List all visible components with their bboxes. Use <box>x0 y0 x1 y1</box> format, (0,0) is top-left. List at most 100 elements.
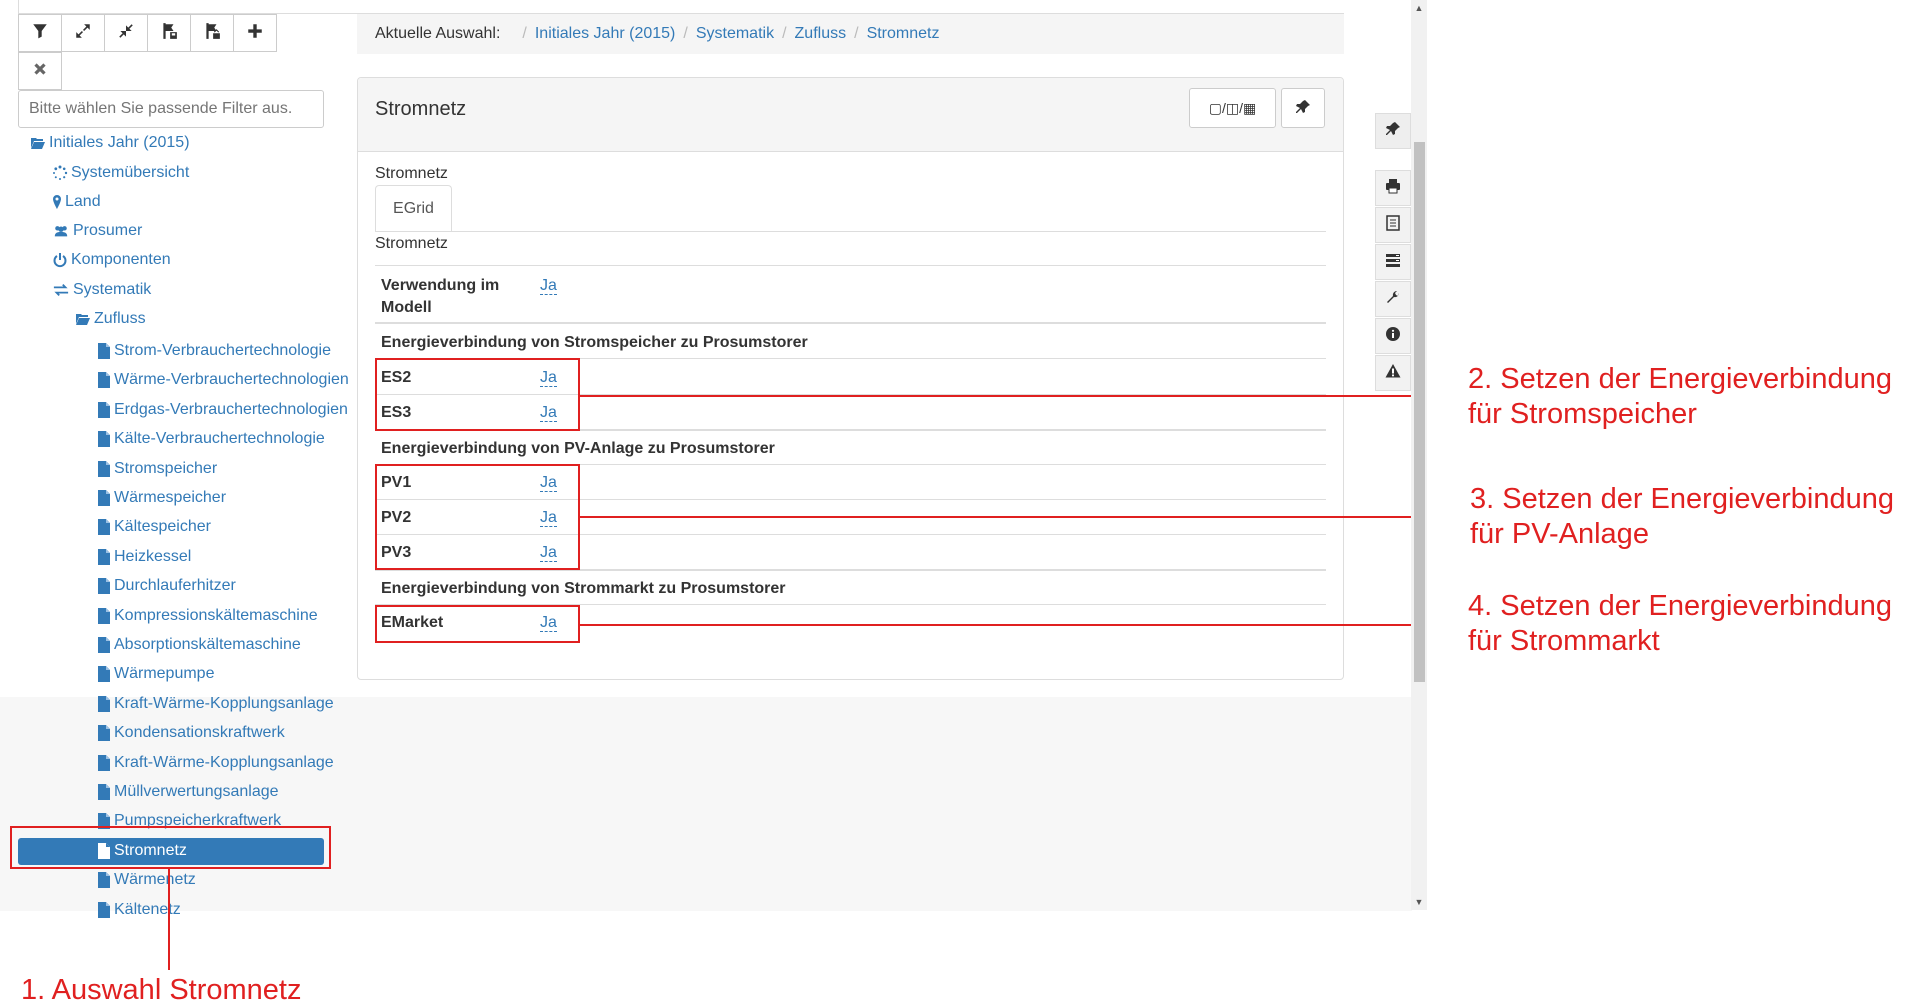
section-title: Stromnetz <box>375 235 448 252</box>
settings-button[interactable] <box>1375 281 1411 317</box>
breadcrumb-item-stromnetz[interactable]: Stromnetz <box>867 25 940 43</box>
usage-key-line2: Modell <box>381 299 432 316</box>
tree-item-label: Strom-Verbrauchertechnologie <box>114 342 332 359</box>
divider <box>375 322 1326 324</box>
tab-label: EGrid <box>393 199 434 217</box>
list-button[interactable] <box>1375 207 1411 243</box>
tree-item-label: Absorptionskältemaschine <box>114 636 301 653</box>
tree-item-zufluss[interactable]: Zufluss <box>75 306 146 332</box>
tree-item-child[interactable]: Wärmespeicher <box>97 485 226 511</box>
page-title: Stromnetz <box>375 98 467 120</box>
tree-item-label: Kraft-Wärme-Kopplungsanlage <box>114 694 334 712</box>
tree-item-child[interactable]: Absorptionskältemaschine <box>97 632 301 658</box>
tree-item-child[interactable]: Kälte-Verbrauchertechnologie <box>97 426 325 452</box>
file-icon <box>97 519 111 536</box>
save-tree-button[interactable] <box>147 14 191 52</box>
file-icon <box>97 784 111 800</box>
tree-item-child[interactable]: Durchlauferhitzer <box>97 573 236 599</box>
scrollbar-thumb[interactable] <box>1414 142 1425 682</box>
info-button[interactable] <box>1375 318 1411 354</box>
tree-item-label: Prosumer <box>73 222 143 239</box>
file-icon <box>97 401 111 418</box>
section-stromspeicher: Energieverbindung von Stromspeicher zu P… <box>381 334 808 351</box>
tab-egrid[interactable]: EGrid <box>375 185 452 232</box>
breadcrumb-item-systematik[interactable]: Systematik <box>696 25 774 43</box>
expand-icon <box>74 22 92 45</box>
tree-item-label: Systematik <box>73 281 152 298</box>
tree-item-child[interactable]: Kondensationskraftwerk <box>97 720 285 746</box>
tree-item-child[interactable]: Müllverwertungsanlage <box>97 779 279 805</box>
tree-item-child[interactable]: Kraft-Wärme-Kopplungsanlage <box>97 750 334 776</box>
tree-item-systemuebersicht[interactable]: Systemübersicht <box>52 160 189 186</box>
file-icon <box>97 872 111 889</box>
tree-item-child[interactable]: Strom-Verbrauchertechnologie <box>97 338 331 364</box>
tree-item-label: Müllverwertungsanlage <box>114 783 279 800</box>
tree-item-systematik[interactable]: Systematik <box>52 277 151 303</box>
pin-side-button[interactable] <box>1375 113 1411 149</box>
annotation-2: 2. Setzen der Energieverbindung für Strom… <box>1468 362 1892 432</box>
tree-root[interactable]: Initiales Jahr (2015) <box>30 130 190 156</box>
breadcrumb-separator: / <box>522 25 527 42</box>
add-button[interactable] <box>233 14 277 52</box>
file-icon <box>97 431 111 448</box>
breadcrumb-separator: / <box>782 25 787 42</box>
folder-open-icon <box>75 311 91 327</box>
map-marker-icon <box>52 194 62 210</box>
annotation-3: 3. Setzen der Energieverbindung für PV-An… <box>1470 482 1894 552</box>
pin-button[interactable] <box>1281 88 1325 128</box>
info-icon <box>1385 326 1401 347</box>
scroll-down-icon[interactable]: ▼ <box>1411 894 1427 910</box>
filter-button[interactable] <box>18 14 62 52</box>
annotation-3-line2: für PV-Anlage <box>1470 518 1649 550</box>
tree-item-label: Komponenten <box>71 251 171 268</box>
annotation-4: 4. Setzen der Energieverbindung für Strom… <box>1468 589 1892 659</box>
tree-item-child[interactable]: Kompressionskältemaschine <box>97 603 318 629</box>
tree-item-child[interactable]: Erdgas-Verbrauchertechnologien <box>97 397 348 423</box>
tree-item-child[interactable]: Heizkessel <box>97 544 191 570</box>
collapse-all-button[interactable] <box>104 14 148 52</box>
tree-item-child[interactable]: Wärmepumpe <box>97 661 214 687</box>
tree-item-label: Wärmepumpe <box>114 665 215 683</box>
print-button[interactable] <box>1375 170 1411 206</box>
tree-item-label: Heizkessel <box>114 547 192 565</box>
warning-button[interactable] <box>1375 355 1411 391</box>
tree-item-label: Stromspeicher <box>114 459 218 477</box>
tree-item-child[interactable]: Wärme-Verbrauchertechnologien <box>97 367 349 393</box>
layout-toggle-button[interactable]: ▢/◫/▦ <box>1189 88 1276 128</box>
tree-item-child[interactable]: Kraft-Wärme-Kopplungsanlage <box>97 691 334 717</box>
usage-key-line1: Verwendung im <box>381 277 500 294</box>
tree-item-child[interactable]: Kältespeicher <box>97 514 211 540</box>
tree-item-label: Systemübersicht <box>71 164 190 181</box>
tree-item-label: Kältespeicher <box>114 518 211 536</box>
scroll-up-icon[interactable]: ▲ <box>1411 0 1427 16</box>
tree-item-land[interactable]: Land <box>52 189 101 215</box>
breadcrumb-item-zufluss[interactable]: Zufluss <box>795 25 847 43</box>
tree-item-komponenten[interactable]: Komponenten <box>52 247 171 273</box>
annotation-box-stromnetz <box>10 826 331 869</box>
tree-item-child[interactable]: Wärmenetz <box>97 867 196 893</box>
save-tree-alt-button[interactable] <box>190 14 234 52</box>
tree-item-label: Kälte-Verbrauchertechnologie <box>114 430 325 448</box>
file-icon <box>97 578 111 595</box>
file-icon <box>97 490 111 506</box>
usage-value[interactable]: Ja <box>540 277 557 295</box>
usage-key: Verwendung im Modell <box>381 275 499 319</box>
annotation-2-line2: für Stromspeicher <box>1468 398 1697 430</box>
tree-item-label: Kältenetz <box>114 900 181 918</box>
expand-all-button[interactable] <box>61 14 105 52</box>
transfer-icon <box>52 282 70 298</box>
tree-item-label: Land <box>65 193 101 210</box>
section-strommarkt: Energieverbindung von Strommarkt zu Pros… <box>381 580 786 597</box>
clear-button[interactable] <box>18 52 62 90</box>
save-tree-alt-icon <box>203 22 221 45</box>
tree-item-child[interactable]: Stromspeicher <box>97 456 217 482</box>
tree-item-prosumer[interactable]: Prosumer <box>52 218 142 244</box>
tree-item-label: Durchlauferhitzer <box>114 577 236 595</box>
close-icon <box>31 60 49 83</box>
filter-input[interactable] <box>18 90 324 128</box>
layout-columns-icon: ▢/◫/▦ <box>1208 99 1257 116</box>
tasks-button[interactable] <box>1375 244 1411 280</box>
breadcrumb-item-root[interactable]: Initiales Jahr (2015) <box>535 25 676 43</box>
annotation-line-3a <box>579 516 1417 518</box>
tree-item-label: Zufluss <box>94 310 146 327</box>
